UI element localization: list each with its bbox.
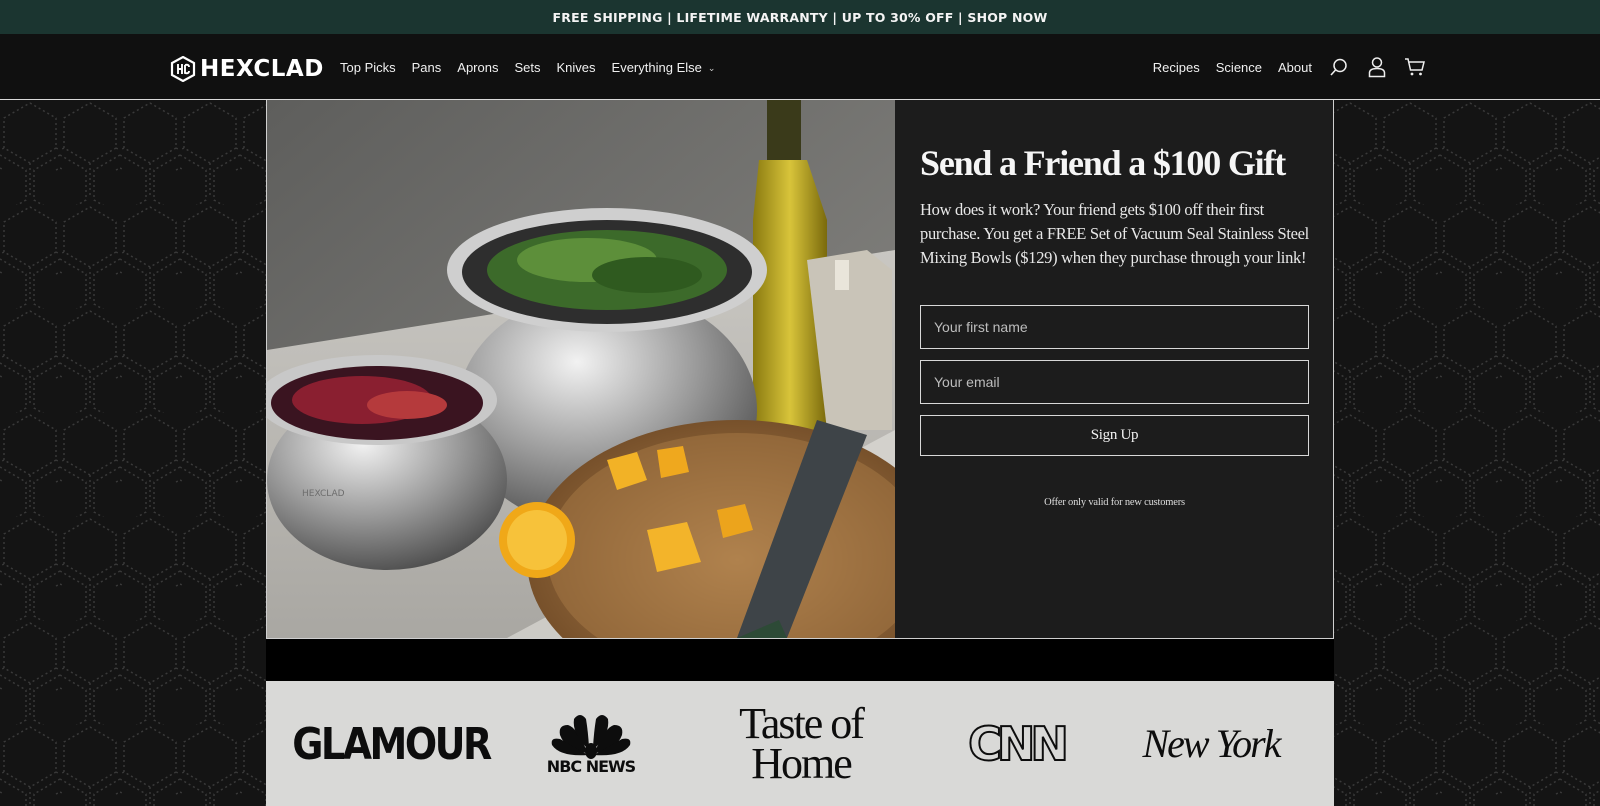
new-york-logo: New York <box>1142 721 1281 766</box>
nav-sets[interactable]: Sets <box>514 60 540 75</box>
first-name-input[interactable] <box>920 304 1309 349</box>
email-input[interactable] <box>920 359 1309 404</box>
search-icon[interactable] <box>1328 56 1350 78</box>
nav-about[interactable]: About <box>1278 60 1312 75</box>
chevron-down-icon: ⌄ <box>707 62 716 73</box>
main-nav: Top Picks Pans Aprons Sets Knives Everyt… <box>340 34 715 100</box>
cnn-logo: CNN <box>967 716 1070 772</box>
nav-everything-else-label: Everything Else <box>611 59 702 75</box>
nav-pans[interactable]: Pans <box>412 60 442 75</box>
sign-up-button[interactable]: Sign Up <box>920 414 1309 456</box>
nav-recipes[interactable]: Recipes <box>1153 60 1200 75</box>
hexclad-logo[interactable]: HEXCLAD <box>170 56 324 82</box>
secondary-nav: Recipes Science About <box>1153 34 1426 100</box>
referral-headline: Send a Friend a $100 Gift <box>920 143 1286 183</box>
glamour-logo: GLAMOUR <box>292 718 492 769</box>
nbc-news-logo: NBC NEWS <box>531 681 651 806</box>
mixing-bowls-photo-illustration: HEXCLAD <box>267 100 895 638</box>
press-logo-band: GLAMOUR NBC NEWS Taste of Home CNN New Y… <box>266 681 1334 806</box>
product-photo: HEXCLAD <box>267 100 895 638</box>
logo-wordmark: HEXCLAD <box>200 56 324 82</box>
nav-science[interactable]: Science <box>1216 60 1262 75</box>
referral-description: How does it work? Your friend gets $100 … <box>920 199 1309 267</box>
section-divider <box>266 639 1334 681</box>
referral-card: HEXCLAD Send a Friend a $100 Gift How do… <box>266 100 1334 639</box>
nav-everything-else[interactable]: Everything Else ⌄ <box>612 60 716 75</box>
nav-knives[interactable]: Knives <box>557 60 596 75</box>
site-header: HEXCLAD Top Picks Pans Aprons Sets Knive… <box>0 34 1600 100</box>
nbc-peacock-icon <box>551 715 631 759</box>
nav-top-picks[interactable]: Top Picks <box>340 60 396 75</box>
hexclad-hex-icon <box>170 56 196 82</box>
announcement-text[interactable]: FREE SHIPPING | LIFETIME WARRANTY | UP T… <box>553 10 1048 25</box>
referral-form-panel: Send a Friend a $100 Gift How does it wo… <box>895 100 1333 638</box>
announcement-bar[interactable]: FREE SHIPPING | LIFETIME WARRANTY | UP T… <box>0 0 1600 34</box>
nav-aprons[interactable]: Aprons <box>457 60 498 75</box>
offer-fine-print: Offer only valid for new customers <box>1044 496 1185 508</box>
cart-icon[interactable] <box>1404 56 1426 78</box>
account-icon[interactable] <box>1366 56 1388 78</box>
svg-text:HEXCLAD: HEXCLAD <box>302 489 345 499</box>
taste-of-home-logo: Taste of Home <box>739 698 865 788</box>
